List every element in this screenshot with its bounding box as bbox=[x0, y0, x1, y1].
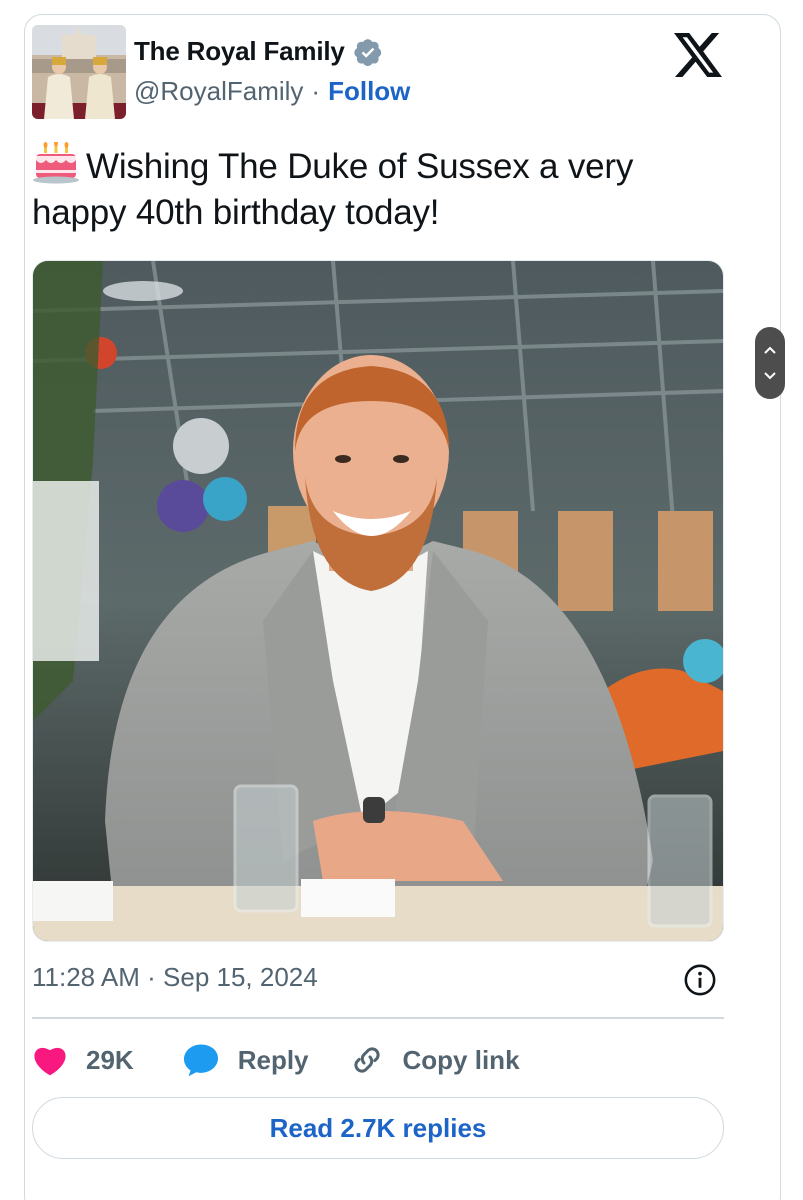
photo-illustration bbox=[33, 261, 723, 941]
verified-badge-icon bbox=[354, 38, 381, 66]
reply-button[interactable]: Reply bbox=[182, 1043, 309, 1077]
handle-separator: · bbox=[311, 76, 321, 106]
handle-row: @RoyalFamily · Follow bbox=[134, 76, 410, 107]
divider bbox=[32, 1017, 724, 1019]
chevron-up-icon[interactable] bbox=[763, 345, 777, 355]
account-name-row: The Royal Family bbox=[134, 36, 383, 67]
info-icon[interactable] bbox=[683, 963, 717, 997]
follow-button[interactable]: Follow bbox=[328, 76, 410, 107]
link-icon bbox=[353, 1047, 380, 1073]
birthday-cake-icon bbox=[33, 142, 79, 184]
tweet-actions: 29K Reply Copy link bbox=[32, 1040, 520, 1080]
like-count: 29K bbox=[86, 1044, 134, 1075]
tweet-photo[interactable] bbox=[32, 260, 724, 942]
scroll-control[interactable] bbox=[755, 327, 785, 399]
account-handle[interactable]: @RoyalFamily bbox=[134, 76, 303, 107]
account-name[interactable]: The Royal Family bbox=[134, 36, 345, 67]
tweet-body-text: Wishing The Duke of Sussex a very happy … bbox=[32, 147, 634, 232]
chevron-down-icon[interactable] bbox=[763, 371, 777, 381]
reply-bubble-icon bbox=[183, 1044, 218, 1077]
profile-avatar[interactable] bbox=[32, 25, 126, 119]
tweet-text: Wishing The Duke of Sussex a very happy … bbox=[32, 142, 722, 236]
heart-icon bbox=[34, 1047, 66, 1076]
like-button[interactable]: 29K bbox=[32, 1044, 134, 1076]
copy-link-button[interactable]: Copy link bbox=[349, 1042, 520, 1078]
copy-link-label: Copy link bbox=[402, 1044, 520, 1075]
tweet-timestamp[interactable]: 11:28 AM · Sep 15, 2024 bbox=[32, 962, 318, 993]
read-replies-button[interactable]: Read 2.7K replies bbox=[32, 1097, 724, 1159]
reply-label: Reply bbox=[237, 1044, 309, 1075]
x-logo-icon[interactable] bbox=[673, 33, 723, 77]
